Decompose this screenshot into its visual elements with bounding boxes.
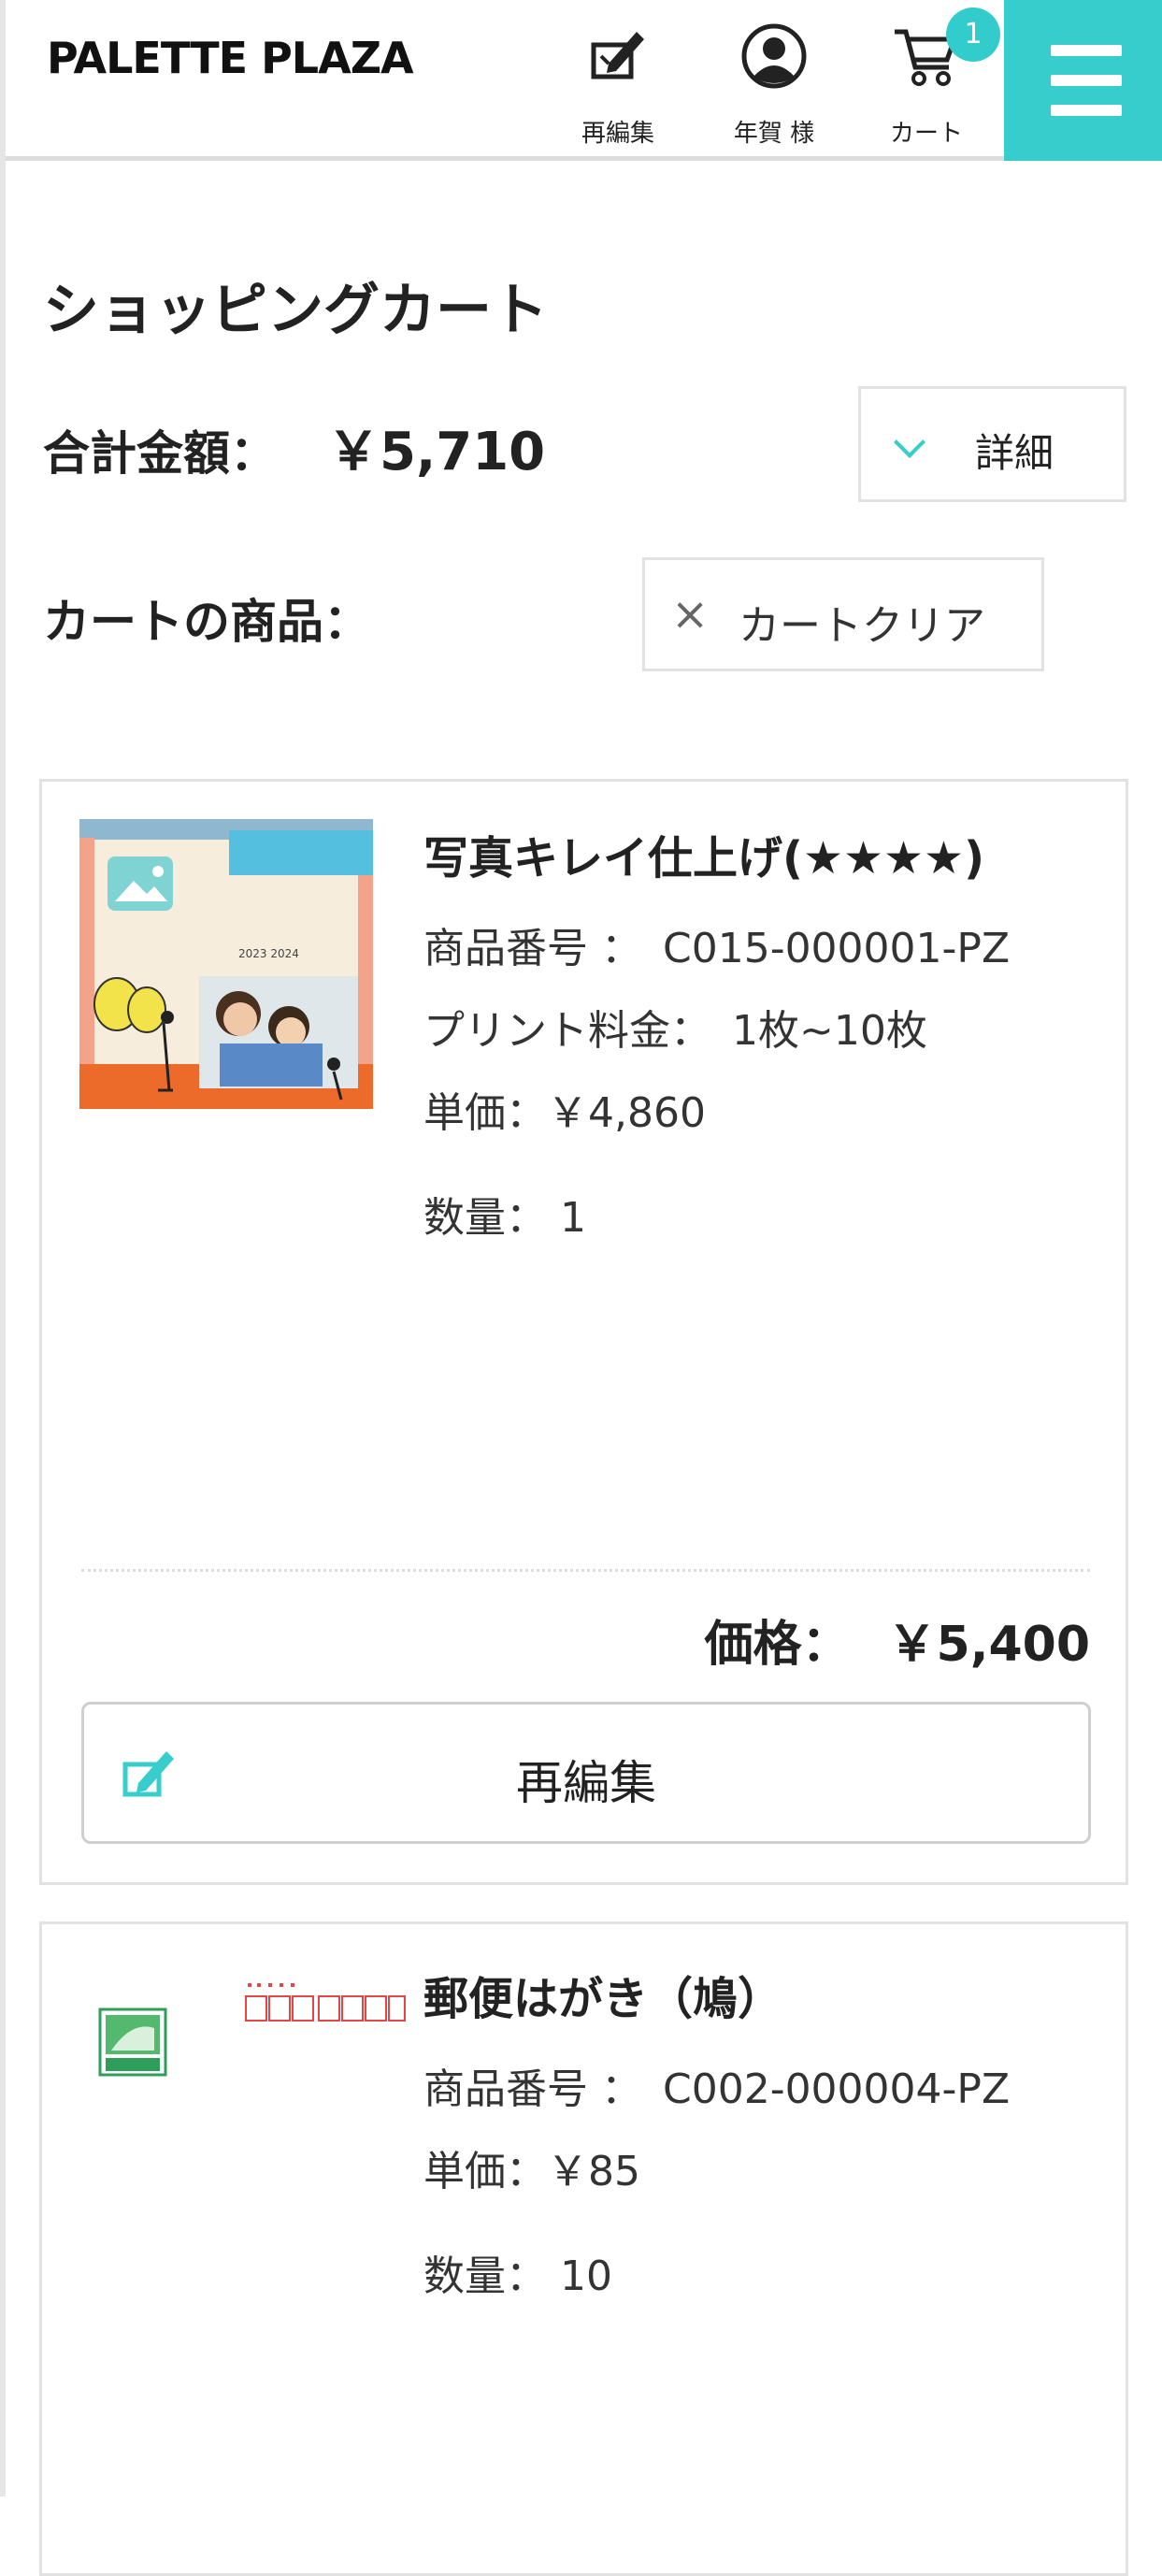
item-price: 価格： ￥5,400 <box>705 1605 1091 1675</box>
reedit-button[interactable]: 再編集 <box>81 1702 1091 1844</box>
item-product-number: 商品番号 ： C002-000004-PZ <box>423 2065 1011 2113</box>
page-title: ショッピングカート <box>43 278 548 343</box>
close-icon: × <box>671 588 710 640</box>
total-label: 合計金額： <box>43 426 277 481</box>
edit-icon <box>591 32 644 79</box>
item-quantity: 数量： 10 <box>423 2252 612 2300</box>
chevron-down-icon <box>894 426 925 458</box>
item-product-number: 商品番号 ： C015-000001-PZ <box>423 925 1011 972</box>
product-thumbnail[interactable] <box>98 1976 407 2079</box>
item-print-fee: プリント料金： 1枚~10枚 <box>423 1007 927 1055</box>
item-unit-price: 単価：￥4,860 <box>423 1089 706 1137</box>
menu-button[interactable] <box>1004 0 1162 161</box>
header-cart-label: カート <box>889 120 963 148</box>
item-unit-price: 単価：￥85 <box>423 2148 640 2195</box>
cart-items-label: カートの商品： <box>43 595 370 649</box>
user-icon <box>741 23 807 89</box>
logo[interactable]: PALETTE PLAZA <box>47 33 414 83</box>
header-reedit-label: 再編集 <box>581 120 654 148</box>
detail-button[interactable]: 詳細 <box>858 386 1126 502</box>
header-user-label: 年賀 様 <box>733 120 815 148</box>
total-value: ￥5,710 <box>327 422 546 482</box>
cart-count-badge: 1 <box>946 7 1000 62</box>
reedit-button-label: 再編集 <box>516 1756 656 1810</box>
hamburger-icon <box>1050 45 1122 56</box>
item-price-label: 価格： <box>704 1617 851 1673</box>
cart-item-card: 2023 2024 写真キレイ仕上げ(★★★★) 商品番号 ： C015-000… <box>39 779 1128 1885</box>
header-reedit-link[interactable]: 再編集 <box>567 19 669 149</box>
item-title[interactable]: 郵便はがき（鳩） <box>423 1962 1010 2027</box>
cart-item-card: 郵便はがき（鳩） 商品番号 ： C002-000004-PZ 単価：￥85 数量… <box>39 1921 1128 2576</box>
cart-clear-label: カートクリア <box>739 602 985 650</box>
left-edge-line <box>0 0 6 2497</box>
header-user-link[interactable]: 年賀 様 <box>718 19 830 149</box>
detail-button-label: 詳細 <box>975 430 1054 476</box>
cart-clear-button[interactable]: × カートクリア <box>642 557 1044 671</box>
item-title[interactable]: 写真キレイ仕上げ(★★★★) <box>423 821 1010 886</box>
site-header: PALETTE PLAZA 再編集 年賀 様 カート 1 <box>6 0 1162 161</box>
item-quantity: 数量： 1 <box>423 1194 586 1242</box>
item-price-value: ￥5,400 <box>887 1617 1090 1673</box>
item-info: 郵便はがき（鳩） 商品番号 ： C002-000004-PZ 単価：￥85 数量… <box>423 1962 1010 2324</box>
divider <box>81 1569 1090 1572</box>
svg-text:2023 2024: 2023 2024 <box>238 947 299 960</box>
item-info: 写真キレイ仕上げ(★★★★) 商品番号 ： C015-000001-PZ プリン… <box>423 821 1010 1266</box>
product-thumbnail[interactable]: 2023 2024 <box>79 819 373 1109</box>
